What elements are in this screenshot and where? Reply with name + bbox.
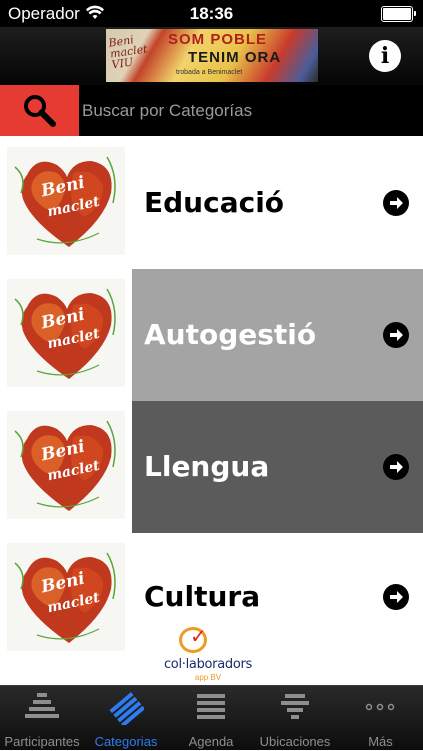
chevron-right-icon[interactable] [383, 584, 409, 610]
banner-slogan-1: SOM POBLE [168, 31, 268, 48]
collaborators-logo-icon [179, 624, 207, 653]
tab-ms[interactable]: Más [338, 686, 423, 751]
clock: 18:36 [189, 4, 234, 23]
benimaclet-heart-logo: Beni maclet [7, 147, 125, 255]
battery-icon [381, 6, 416, 22]
app-header: Beni maclet VIU SOM POBLE TENIM ORA trob… [0, 27, 423, 85]
status-bar: Operador 18:36 [0, 0, 423, 27]
chevron-right-icon[interactable] [383, 454, 409, 480]
benimaclet-heart-logo: Beni maclet [7, 543, 125, 651]
search-button[interactable] [0, 85, 79, 136]
tab-bar: Participantes Categorias Agenda Ubicaciones… [0, 685, 423, 750]
category-label: Educació [144, 186, 285, 219]
collaborators-sublabel: app BV [194, 673, 222, 682]
category-row[interactable]: Beni maclet Educació [0, 137, 423, 269]
tab-label: Agenda [188, 734, 234, 749]
chevron-right-icon[interactable] [383, 322, 409, 348]
tab-label: Más [368, 734, 393, 749]
category-row[interactable]: Beni maclet Llengua [0, 401, 423, 533]
search-bar [0, 85, 423, 136]
category-row[interactable]: Beni maclet Cultura [0, 533, 423, 651]
info-button[interactable]: i [369, 40, 401, 72]
banner-slogan-2: TENIM ORA [188, 49, 282, 66]
tab-participantes[interactable]: Participantes [0, 686, 84, 751]
info-icon: i [380, 43, 390, 69]
chevron-right-icon[interactable] [383, 190, 409, 216]
header-banner-image: Beni maclet VIU SOM POBLE TENIM ORA trob… [106, 29, 318, 82]
tab-label: Participantes [4, 734, 80, 749]
tab-agenda[interactable]: Agenda [169, 686, 253, 751]
collaborators-label: col·laboradors [163, 657, 253, 672]
banner-caption: trobada a Benimaclet [176, 69, 243, 76]
collaborators-link[interactable]: col·laboradors app BV [150, 624, 270, 685]
tab-label: Categorias [94, 734, 158, 749]
search-input[interactable] [82, 85, 412, 136]
category-label: Llengua [144, 450, 270, 483]
benimaclet-heart-logo: Beni maclet [7, 279, 125, 387]
banner-logo-text: Beni maclet VIU [107, 33, 149, 72]
tab-label: Ubicaciones [259, 734, 331, 749]
tab-categorias[interactable]: Categorias [84, 686, 168, 751]
tab-ubicaciones[interactable]: Ubicaciones [253, 686, 337, 751]
category-row[interactable]: Beni maclet Autogestió [0, 269, 423, 401]
category-label: Autogestió [144, 318, 317, 351]
benimaclet-heart-logo: Beni maclet [7, 411, 125, 519]
search-icon [24, 95, 56, 127]
